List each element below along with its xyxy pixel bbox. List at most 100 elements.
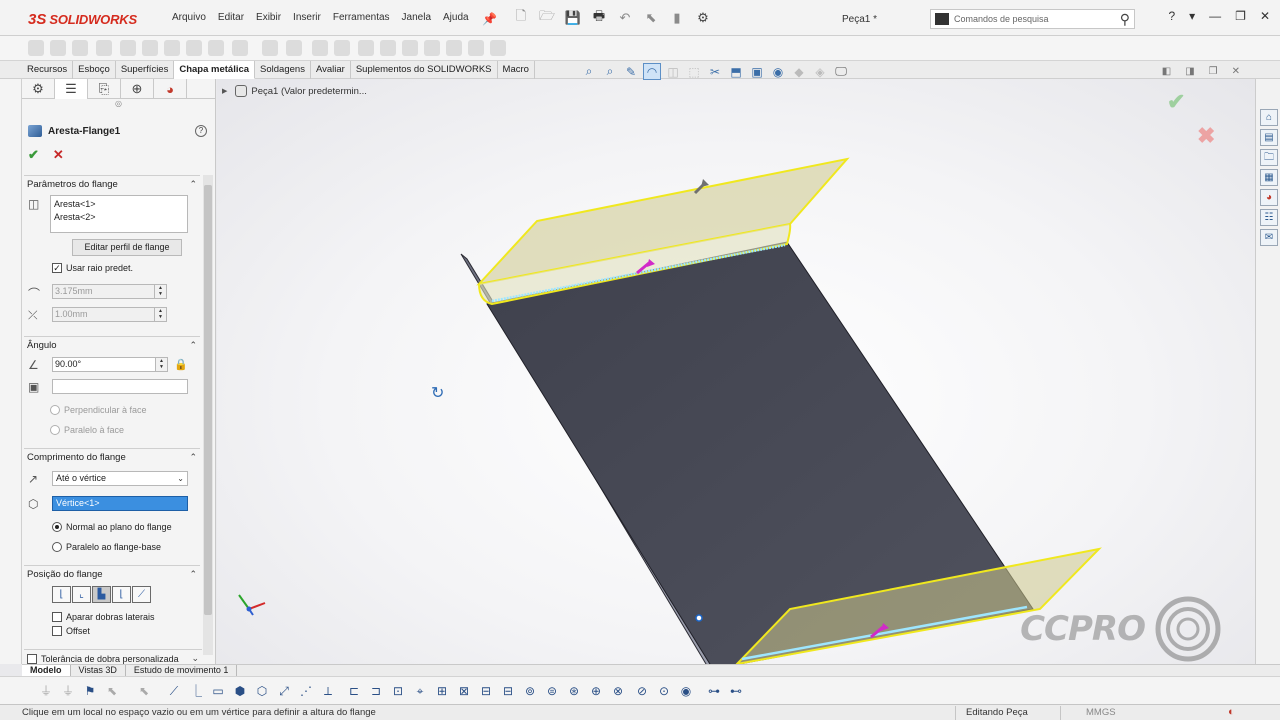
virtual-sharp-icon[interactable]: ⌊ — [112, 586, 131, 603]
pin-menu-icon[interactable]: 📌 — [482, 12, 497, 26]
cancel-button[interactable]: ✕ — [53, 147, 64, 163]
edge-flange-icon[interactable] — [96, 40, 112, 56]
menu-item-ajuda[interactable]: Ajuda — [437, 12, 475, 23]
filter-notes-icon[interactable]: ⊐ — [368, 683, 384, 699]
filter-datum-icon[interactable]: ⊠ — [456, 683, 472, 699]
filter-off-icon[interactable]: ⏚ — [60, 683, 76, 699]
viewport-close-icon[interactable]: ✕ — [1232, 66, 1240, 77]
checkbox-box[interactable] — [27, 653, 37, 664]
insert-bends-icon[interactable] — [468, 40, 484, 56]
material-inside-icon[interactable]: ⌊ — [52, 586, 71, 603]
section-view-icon[interactable]: ◠ — [643, 63, 661, 80]
filter-surface-bodies-icon[interactable]: ▭ — [210, 683, 226, 699]
help-dropdown-icon[interactable]: ▾ — [1189, 9, 1195, 23]
filter-icon[interactable]: ⏚ — [38, 683, 54, 699]
file-explorer-icon[interactable]: 🗀 — [1260, 149, 1278, 166]
group-header[interactable]: Tolerância de dobra personalizada ⌄ — [24, 649, 202, 664]
spin-arrows-icon[interactable]: ▲ ▼ — [154, 285, 166, 298]
open-document-icon[interactable]: 🗁 — [536, 8, 558, 28]
radio-dot[interactable] — [50, 405, 60, 415]
edit-appearance-icon[interactable]: ▣ — [748, 63, 766, 80]
sheet-metal-icon[interactable] — [490, 40, 506, 56]
sketched-bend-icon[interactable] — [186, 40, 202, 56]
restore-button[interactable]: ❐ — [1235, 9, 1246, 23]
tab-estudo-movimento[interactable]: Estudo de movimento 1 — [126, 665, 238, 676]
flatten-icon[interactable] — [402, 40, 418, 56]
jog-icon[interactable] — [164, 40, 180, 56]
chevron-down-icon[interactable]: ⌄ — [191, 653, 199, 664]
corners-icon[interactable] — [232, 40, 248, 56]
tab-recursos[interactable]: Recursos — [22, 61, 74, 79]
rebuild-status-icon[interactable]: ◐ — [1228, 706, 1235, 718]
menu-item-arquivo[interactable]: Arquivo — [166, 12, 212, 23]
miter-flange-icon[interactable] — [120, 40, 136, 56]
display-style-icon[interactable]: ✂ — [706, 63, 724, 80]
help-icon[interactable]: ? — [1168, 9, 1175, 23]
menu-item-exibir[interactable]: Exibir — [250, 12, 287, 23]
menu-item-ferramentas[interactable]: Ferramentas — [327, 12, 396, 23]
parallel-to-base-flange-radio[interactable]: Paralelo ao flange-base — [52, 542, 161, 552]
filter-weld-icon[interactable]: ⊞ — [434, 683, 450, 699]
close-button[interactable]: ✕ — [1260, 9, 1270, 23]
design-library-icon[interactable]: ▤ — [1260, 129, 1278, 146]
filter-dowel-pins-icon[interactable]: ⊘ — [634, 683, 650, 699]
cross-break-icon[interactable] — [208, 40, 224, 56]
edit-flange-profile-button[interactable]: Editar perfil de flange — [72, 239, 182, 256]
options-gear-icon[interactable]: ⚙ — [692, 8, 714, 28]
group-header[interactable]: Ângulo ⌃ — [24, 336, 200, 354]
search-input[interactable]: Comandos de pesquisa — [954, 14, 1120, 24]
custom-bend-tolerance-checkbox[interactable]: Tolerância de dobra personalizada — [27, 653, 179, 664]
extruded-cut-icon[interactable] — [286, 40, 302, 56]
filter-vertex-icon[interactable]: ⬉ — [136, 683, 152, 699]
hem-icon[interactable] — [142, 40, 158, 56]
vent-icon[interactable] — [334, 40, 350, 56]
selected-vertex[interactable] — [695, 614, 703, 622]
undo-icon[interactable]: ↶ — [614, 8, 636, 28]
tab-superficies[interactable]: Superfícies — [116, 61, 175, 79]
reverse-direction-icon[interactable]: ↗ — [28, 472, 44, 486]
filter-surface-finish-icon[interactable]: ⌖ — [412, 683, 428, 699]
chevron-up-icon[interactable]: ⌃ — [189, 340, 197, 351]
tab-macro[interactable]: Macro — [498, 61, 535, 79]
filter-dimensions-icon[interactable]: ⊏ — [346, 683, 362, 699]
filter-sketch-segments-icon[interactable]: ⟂ — [320, 683, 336, 699]
sheet-metal-model[interactable] — [217, 79, 1255, 664]
search-icon[interactable]: ⚲ — [1120, 11, 1134, 28]
end-condition-select[interactable]: Até o vértice ⌄ — [52, 471, 188, 486]
custom-properties-icon[interactable]: ☷ — [1260, 209, 1278, 226]
rotate-center-icon[interactable]: ↻ — [431, 383, 444, 403]
filter-blocks-icon[interactable]: ⊚ — [522, 683, 538, 699]
select-all-filter-icon[interactable]: ⬉ — [104, 683, 120, 699]
bend-radius-field[interactable]: 3.175mm ▲ ▼ — [52, 284, 167, 299]
filter-gtol-icon[interactable]: ⊡ — [390, 683, 406, 699]
graphics-area[interactable]: ▶ Peça1 (Valor predetermin... ↻ ✔ ✖ CCPR… — [217, 79, 1255, 664]
filter-faces-icon[interactable]: ⎿ — [188, 683, 204, 699]
select-icon[interactable]: ⬉ — [640, 8, 662, 28]
panel-scrollbar[interactable] — [203, 175, 213, 655]
material-outside-icon[interactable]: ⌞ — [72, 586, 91, 603]
tab-chapa-metalica[interactable]: Chapa metálica — [174, 61, 256, 79]
gap-distance-field[interactable]: 1.00mm ▲ ▼ — [52, 307, 167, 322]
tab-avaliar[interactable]: Avaliar — [311, 61, 351, 79]
forum-icon[interactable]: ✉ — [1260, 229, 1278, 246]
filter-routing-points-icon[interactable]: ◉ — [678, 683, 694, 699]
simple-hole-icon[interactable] — [312, 40, 328, 56]
group-header[interactable]: Comprimento do flange ⌃ — [24, 448, 200, 466]
filter-axes-icon[interactable]: ⬡ — [254, 683, 270, 699]
save-icon[interactable]: 💾 — [562, 8, 584, 28]
confirm-cancel-icon[interactable]: ✖ — [1197, 123, 1215, 149]
solidworks-logo[interactable]: 3S SOLIDWORKS — [28, 6, 150, 32]
radio-dot[interactable] — [52, 522, 62, 532]
radio-dot[interactable] — [50, 425, 60, 435]
scene-icon[interactable]: ◉ — [769, 63, 787, 80]
viewport-prev-icon[interactable]: ◧ — [1162, 66, 1171, 77]
configuration-manager-tab-icon[interactable]: ⎘ — [88, 79, 121, 99]
property-manager-tab-icon[interactable]: ☰ — [55, 79, 88, 99]
menu-item-editar[interactable]: Editar — [212, 12, 250, 23]
fold-icon[interactable] — [380, 40, 396, 56]
spin-arrows-icon[interactable]: ▲ ▼ — [155, 358, 167, 371]
tab-soldagens[interactable]: Soldagens — [255, 61, 311, 79]
rip-icon[interactable] — [446, 40, 462, 56]
bend-outside-icon[interactable]: ▙ — [92, 586, 111, 603]
display-manager-tab-icon[interactable]: ◕ — [154, 79, 187, 99]
